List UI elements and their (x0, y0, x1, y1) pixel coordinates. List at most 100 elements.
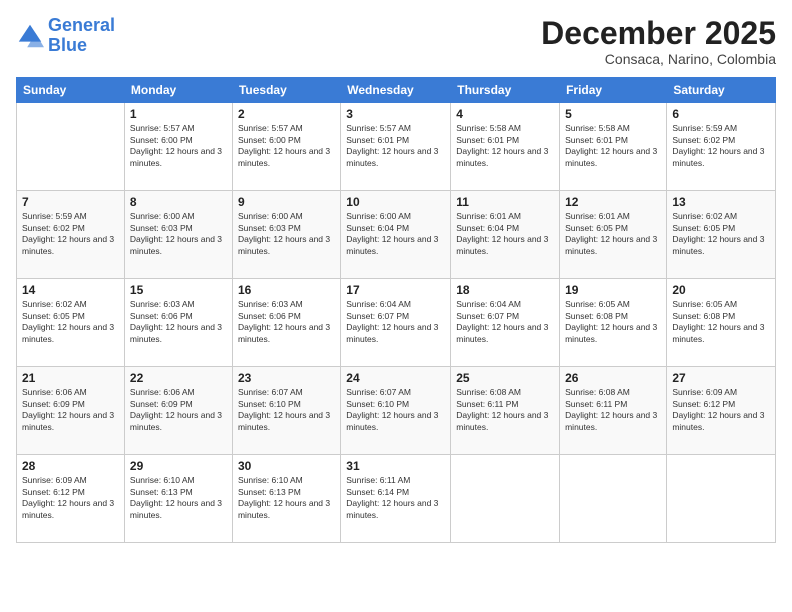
calendar-cell: 25 Sunrise: 6:08 AM Sunset: 6:11 PM Dayli… (451, 367, 560, 455)
calendar-cell: 3 Sunrise: 5:57 AM Sunset: 6:01 PM Daylig… (341, 103, 451, 191)
calendar-cell: 7Sunrise: 5:59 AM Sunset: 6:02 PM Daylig… (17, 191, 125, 279)
day-info: Sunrise: 6:06 AM Sunset: 6:09 PM Dayligh… (130, 387, 227, 433)
day-info: Sunrise: 6:03 AM Sunset: 6:06 PM Dayligh… (238, 299, 335, 345)
day-number: 17 (346, 283, 445, 297)
day-info: Sunrise: 5:59 AM Sunset: 6:02 PM Dayligh… (22, 211, 119, 257)
day-number: 9 (238, 195, 335, 209)
logo-icon (16, 22, 44, 50)
logo-general: General (48, 15, 115, 35)
day-info: Sunrise: 6:08 AM Sunset: 6:11 PM Dayligh… (456, 387, 554, 433)
calendar-cell: 17 Sunrise: 6:04 AM Sunset: 6:07 PM Dayli… (341, 279, 451, 367)
calendar-cell: 28Sunrise: 6:09 AM Sunset: 6:12 PM Dayli… (17, 455, 125, 543)
calendar-cell: 24 Sunrise: 6:07 AM Sunset: 6:10 PM Dayli… (341, 367, 451, 455)
calendar-cell: 27Sunrise: 6:09 AM Sunset: 6:12 PM Dayli… (667, 367, 776, 455)
page-container: General Blue December 2025 Consaca, Nari… (0, 0, 792, 612)
day-number: 30 (238, 459, 335, 473)
day-number: 4 (456, 107, 554, 121)
day-info: Sunrise: 6:00 AM Sunset: 6:04 PM Dayligh… (346, 211, 445, 257)
day-number: 21 (22, 371, 119, 385)
calendar-cell: 16Sunrise: 6:03 AM Sunset: 6:06 PM Dayli… (232, 279, 340, 367)
weekday-header-saturday: Saturday (667, 78, 776, 103)
day-number: 19 (565, 283, 661, 297)
weekday-header-row: SundayMondayTuesdayWednesdayThursdayFrid… (17, 78, 776, 103)
day-info: Sunrise: 6:00 AM Sunset: 6:03 PM Dayligh… (130, 211, 227, 257)
day-number: 29 (130, 459, 227, 473)
calendar-cell (560, 455, 667, 543)
calendar-cell (17, 103, 125, 191)
calendar-cell: 20Sunrise: 6:05 AM Sunset: 6:08 PM Dayli… (667, 279, 776, 367)
day-info: Sunrise: 6:11 AM Sunset: 6:14 PM Dayligh… (346, 475, 445, 521)
month-title: December 2025 (541, 16, 776, 51)
weekday-header-sunday: Sunday (17, 78, 125, 103)
day-info: Sunrise: 6:07 AM Sunset: 6:10 PM Dayligh… (346, 387, 445, 433)
day-number: 25 (456, 371, 554, 385)
day-info: Sunrise: 6:00 AM Sunset: 6:03 PM Dayligh… (238, 211, 335, 257)
day-number: 28 (22, 459, 119, 473)
day-info: Sunrise: 5:58 AM Sunset: 6:01 PM Dayligh… (565, 123, 661, 169)
week-row-3: 14Sunrise: 6:02 AM Sunset: 6:05 PM Dayli… (17, 279, 776, 367)
weekday-header-tuesday: Tuesday (232, 78, 340, 103)
weekday-header-friday: Friday (560, 78, 667, 103)
day-number: 31 (346, 459, 445, 473)
calendar-cell: 5Sunrise: 5:58 AM Sunset: 6:01 PM Daylig… (560, 103, 667, 191)
day-number: 1 (130, 107, 227, 121)
day-info: Sunrise: 6:05 AM Sunset: 6:08 PM Dayligh… (565, 299, 661, 345)
calendar-cell: 4 Sunrise: 5:58 AM Sunset: 6:01 PM Daylig… (451, 103, 560, 191)
calendar-cell: 29 Sunrise: 6:10 AM Sunset: 6:13 PM Dayli… (124, 455, 232, 543)
calendar-cell: 8 Sunrise: 6:00 AM Sunset: 6:03 PM Daylig… (124, 191, 232, 279)
calendar: SundayMondayTuesdayWednesdayThursdayFrid… (16, 77, 776, 543)
header: General Blue December 2025 Consaca, Nari… (16, 16, 776, 67)
calendar-cell: 30 Sunrise: 6:10 AM Sunset: 6:13 PM Dayli… (232, 455, 340, 543)
day-info: Sunrise: 5:57 AM Sunset: 6:00 PM Dayligh… (130, 123, 227, 169)
day-number: 13 (672, 195, 770, 209)
calendar-cell: 9 Sunrise: 6:00 AM Sunset: 6:03 PM Daylig… (232, 191, 340, 279)
day-info: Sunrise: 5:57 AM Sunset: 6:01 PM Dayligh… (346, 123, 445, 169)
calendar-cell: 6 Sunrise: 5:59 AM Sunset: 6:02 PM Daylig… (667, 103, 776, 191)
week-row-4: 21 Sunrise: 6:06 AM Sunset: 6:09 PM Dayli… (17, 367, 776, 455)
day-number: 11 (456, 195, 554, 209)
day-info: Sunrise: 6:01 AM Sunset: 6:05 PM Dayligh… (565, 211, 661, 257)
weekday-header-wednesday: Wednesday (341, 78, 451, 103)
day-info: Sunrise: 5:59 AM Sunset: 6:02 PM Dayligh… (672, 123, 770, 169)
day-info: Sunrise: 6:03 AM Sunset: 6:06 PM Dayligh… (130, 299, 227, 345)
calendar-cell: 23 Sunrise: 6:07 AM Sunset: 6:10 PM Dayli… (232, 367, 340, 455)
day-number: 12 (565, 195, 661, 209)
day-info: Sunrise: 5:58 AM Sunset: 6:01 PM Dayligh… (456, 123, 554, 169)
day-number: 18 (456, 283, 554, 297)
day-number: 6 (672, 107, 770, 121)
calendar-cell (451, 455, 560, 543)
weekday-header-monday: Monday (124, 78, 232, 103)
day-info: Sunrise: 6:08 AM Sunset: 6:11 PM Dayligh… (565, 387, 661, 433)
day-number: 24 (346, 371, 445, 385)
day-info: Sunrise: 6:04 AM Sunset: 6:07 PM Dayligh… (456, 299, 554, 345)
calendar-cell: 2 Sunrise: 5:57 AM Sunset: 6:00 PM Daylig… (232, 103, 340, 191)
calendar-cell (667, 455, 776, 543)
day-info: Sunrise: 6:10 AM Sunset: 6:13 PM Dayligh… (238, 475, 335, 521)
calendar-cell: 1 Sunrise: 5:57 AM Sunset: 6:00 PM Daylig… (124, 103, 232, 191)
day-number: 10 (346, 195, 445, 209)
calendar-cell: 13 Sunrise: 6:02 AM Sunset: 6:05 PM Dayli… (667, 191, 776, 279)
day-number: 23 (238, 371, 335, 385)
day-info: Sunrise: 6:07 AM Sunset: 6:10 PM Dayligh… (238, 387, 335, 433)
day-info: Sunrise: 6:02 AM Sunset: 6:05 PM Dayligh… (672, 211, 770, 257)
calendar-cell: 10 Sunrise: 6:00 AM Sunset: 6:04 PM Dayli… (341, 191, 451, 279)
week-row-5: 28Sunrise: 6:09 AM Sunset: 6:12 PM Dayli… (17, 455, 776, 543)
day-info: Sunrise: 6:05 AM Sunset: 6:08 PM Dayligh… (672, 299, 770, 345)
day-number: 15 (130, 283, 227, 297)
day-number: 8 (130, 195, 227, 209)
day-info: Sunrise: 6:02 AM Sunset: 6:05 PM Dayligh… (22, 299, 119, 345)
calendar-cell: 18 Sunrise: 6:04 AM Sunset: 6:07 PM Dayli… (451, 279, 560, 367)
day-info: Sunrise: 6:04 AM Sunset: 6:07 PM Dayligh… (346, 299, 445, 345)
logo-blue: Blue (48, 35, 87, 55)
calendar-cell: 11 Sunrise: 6:01 AM Sunset: 6:04 PM Dayli… (451, 191, 560, 279)
logo: General Blue (16, 16, 115, 56)
day-number: 3 (346, 107, 445, 121)
week-row-1: 1 Sunrise: 5:57 AM Sunset: 6:00 PM Daylig… (17, 103, 776, 191)
day-info: Sunrise: 6:06 AM Sunset: 6:09 PM Dayligh… (22, 387, 119, 433)
calendar-cell: 15 Sunrise: 6:03 AM Sunset: 6:06 PM Dayli… (124, 279, 232, 367)
day-info: Sunrise: 5:57 AM Sunset: 6:00 PM Dayligh… (238, 123, 335, 169)
weekday-header-thursday: Thursday (451, 78, 560, 103)
day-info: Sunrise: 6:01 AM Sunset: 6:04 PM Dayligh… (456, 211, 554, 257)
day-number: 2 (238, 107, 335, 121)
day-info: Sunrise: 6:10 AM Sunset: 6:13 PM Dayligh… (130, 475, 227, 521)
